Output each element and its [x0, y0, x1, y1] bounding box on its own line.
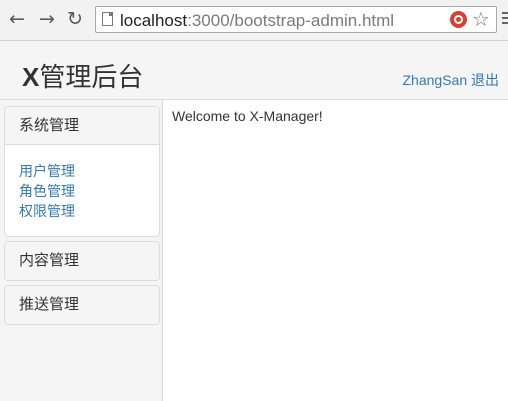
brand-letter: X [22, 62, 40, 92]
menu-icon[interactable] [502, 12, 508, 26]
address-bar[interactable]: localhost:3000/bootstrap-admin.html ☆ [95, 6, 497, 33]
forward-arrow-icon[interactable]: → [36, 8, 58, 30]
brand-text: 管理后台 [39, 62, 144, 92]
welcome-message: Welcome to X-Manager! [172, 108, 323, 124]
url-host: localhost [120, 11, 188, 30]
sidebar-panel-content: 内容管理 [4, 241, 160, 281]
user-links: ZhangSan 退出 [403, 71, 500, 89]
nav-link-permissions[interactable]: 权限管理 [19, 201, 159, 221]
reload-icon[interactable]: ↻ [64, 8, 86, 30]
logout-link[interactable]: 退出 [471, 72, 499, 88]
page-icon [102, 12, 113, 26]
url-text[interactable]: localhost:3000/bootstrap-admin.html [120, 11, 394, 30]
user-name-link[interactable]: ZhangSan [403, 72, 468, 88]
panel-heading-content[interactable]: 内容管理 [5, 242, 159, 280]
sidebar: 系统管理 用户管理 角色管理 权限管理 内容管理 推送管理 [0, 100, 163, 401]
back-arrow-icon[interactable]: ← [6, 8, 28, 30]
browser-toolbar: ← → ↻ localhost:3000/bootstrap-admin.htm… [0, 0, 508, 41]
sidebar-panel-system: 系统管理 用户管理 角色管理 权限管理 [4, 106, 160, 237]
panel-body-system: 用户管理 角色管理 权限管理 [5, 145, 159, 236]
nav-link-roles[interactable]: 角色管理 [19, 181, 159, 201]
sidebar-panel-push: 推送管理 [4, 285, 160, 325]
nav-link-users[interactable]: 用户管理 [19, 161, 159, 181]
url-path: :3000/bootstrap-admin.html [187, 11, 395, 30]
star-icon[interactable]: ☆ [470, 8, 492, 30]
panel-heading-push[interactable]: 推送管理 [5, 286, 159, 324]
app-header: X管理后台 ZhangSan 退出 [0, 41, 508, 100]
panel-heading-system[interactable]: 系统管理 [5, 107, 159, 145]
extension-icon[interactable] [450, 11, 467, 28]
brand-title[interactable]: X管理后台 [22, 61, 143, 93]
